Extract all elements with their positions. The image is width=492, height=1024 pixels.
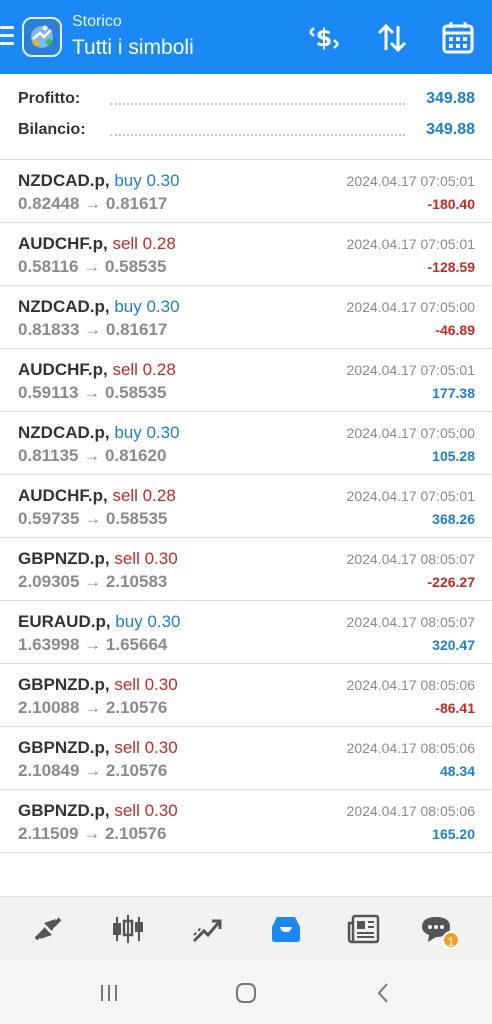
trade-time: 2024.04.17 08:05:07: [346, 551, 475, 567]
chat-badge: 1: [442, 931, 460, 949]
trade-side: sell 0.28: [112, 486, 176, 505]
trade-symbol: GBPNZD.p,: [18, 549, 110, 568]
trade-time: 2024.04.17 08:05:06: [346, 803, 475, 819]
deposit-dollar-icon[interactable]: $: [304, 18, 344, 58]
trade-row[interactable]: NZDCAD.p, buy 0.30 0.81135 → 0.81620 202…: [0, 412, 492, 475]
trade-row[interactable]: GBPNZD.p, sell 0.30 2.10088 → 2.10576 20…: [0, 664, 492, 727]
trade-time: 2024.04.17 08:05:06: [346, 740, 475, 756]
trade-prices: 1.63998 → 1.65664: [18, 635, 168, 654]
screen-subtitle: Storico: [72, 13, 122, 30]
trade-side: sell 0.30: [114, 738, 178, 757]
trade-side: sell 0.28: [112, 234, 176, 253]
balance-label: Bilancio:: [18, 121, 86, 138]
trade-profit: -226.27: [427, 574, 475, 590]
quotes-icon[interactable]: [30, 911, 66, 947]
trade-profit: 48.34: [439, 763, 475, 779]
trade-side: buy 0.30: [114, 297, 180, 316]
back-icon[interactable]: [368, 978, 398, 1008]
trade-row[interactable]: AUDCHF.p, sell 0.28 0.58116 → 0.58535 20…: [0, 223, 492, 286]
trade-side: sell 0.30: [114, 549, 178, 568]
svg-text:$: $: [316, 24, 333, 52]
trade-profit: -180.40: [427, 196, 475, 212]
profit-label: Profitto:: [18, 90, 81, 107]
trade-profit: -46.89: [435, 322, 475, 338]
trade-symbol: AUDCHF.p,: [18, 360, 108, 379]
trade-profit: 105.28: [432, 448, 475, 464]
trade-profit: 320.47: [432, 637, 475, 653]
profit-value: 349.88: [426, 90, 475, 107]
trade-row[interactable]: GBPNZD.p, sell 0.30 2.09305 → 2.10583 20…: [0, 538, 492, 601]
recent-apps-icon[interactable]: [94, 978, 124, 1008]
trade-time: 2024.04.17 08:05:07: [346, 614, 475, 630]
trade-profit: 165.20: [432, 826, 475, 842]
trade-icon[interactable]: [190, 911, 226, 947]
trade-symbol: GBPNZD.p,: [18, 675, 110, 694]
trade-prices: 2.09305 → 2.10583: [18, 572, 168, 591]
trade-row[interactable]: AUDCHF.p, sell 0.28 0.59735 → 0.58535 20…: [0, 475, 492, 538]
chart-candles-icon[interactable]: [110, 911, 146, 947]
app-logo: [22, 17, 62, 57]
trade-symbol: GBPNZD.p,: [18, 738, 110, 757]
trade-row[interactable]: NZDCAD.p, buy 0.30 0.82448 → 0.81617 202…: [0, 160, 492, 223]
menu-icon[interactable]: [0, 26, 14, 46]
trade-symbol: AUDCHF.p,: [18, 486, 108, 505]
system-navigation: [0, 960, 492, 1024]
trade-time: 2024.04.17 07:05:01: [346, 173, 475, 189]
chat-icon[interactable]: 1: [418, 911, 460, 949]
trade-time: 2024.04.17 07:05:00: [346, 425, 475, 441]
trade-side: buy 0.30: [114, 423, 180, 442]
trade-symbol: GBPNZD.p,: [18, 801, 110, 820]
profit-leader-dots: [110, 103, 405, 105]
trade-profit: -86.41: [435, 700, 475, 716]
trade-time: 2024.04.17 07:05:00: [346, 299, 475, 315]
bottom-navigation: 1: [0, 896, 492, 960]
screen-title[interactable]: Tutti i simboli: [72, 36, 194, 60]
trade-time: 2024.04.17 07:05:01: [346, 488, 475, 504]
trade-row[interactable]: NZDCAD.p, buy 0.30 0.81833 → 0.81617 202…: [0, 286, 492, 349]
trade-symbol: NZDCAD.p,: [18, 297, 110, 316]
trade-side: sell 0.30: [114, 801, 178, 820]
trade-time: 2024.04.17 08:05:06: [346, 677, 475, 693]
trade-symbol: AUDCHF.p,: [18, 234, 108, 253]
trade-profit: 177.38: [432, 385, 475, 401]
trade-prices: 0.82448 → 0.81617: [18, 194, 168, 213]
balance-value: 349.88: [426, 121, 475, 138]
trade-prices: 0.59735 → 0.58535: [18, 509, 168, 528]
trade-symbol: EURAUD.p,: [18, 612, 111, 631]
trade-time: 2024.04.17 07:05:01: [346, 236, 475, 252]
trade-history-list: NZDCAD.p, buy 0.30 0.82448 → 0.81617 202…: [0, 160, 492, 853]
sort-icon[interactable]: [372, 18, 412, 58]
trade-side: buy 0.30: [115, 612, 181, 631]
calendar-icon[interactable]: [438, 18, 478, 58]
trade-prices: 0.58116 → 0.58535: [18, 257, 167, 276]
trade-row[interactable]: GBPNZD.p, sell 0.30 2.11509 → 2.10576 20…: [0, 790, 492, 853]
trade-profit: 368.26: [432, 511, 475, 527]
trade-symbol: NZDCAD.p,: [18, 423, 110, 442]
trade-prices: 0.81833 → 0.81617: [18, 320, 168, 339]
trade-profit: -128.59: [427, 259, 475, 275]
trade-side: sell 0.28: [112, 360, 176, 379]
balance-row: Bilancio: 349.88: [18, 121, 475, 145]
trade-time: 2024.04.17 07:05:01: [346, 362, 475, 378]
trade-symbol: NZDCAD.p,: [18, 171, 110, 190]
trade-prices: 2.10849 → 2.10576: [18, 761, 168, 780]
trade-prices: 2.11509 → 2.10576: [18, 824, 167, 843]
trade-row[interactable]: AUDCHF.p, sell 0.28 0.59113 → 0.58535 20…: [0, 349, 492, 412]
trade-side: sell 0.30: [114, 675, 178, 694]
history-icon[interactable]: [268, 911, 304, 947]
news-icon[interactable]: [346, 911, 382, 947]
trade-prices: 0.81135 → 0.81620: [18, 446, 167, 465]
home-icon[interactable]: [231, 978, 261, 1008]
trade-row[interactable]: GBPNZD.p, sell 0.30 2.10849 → 2.10576 20…: [0, 727, 492, 790]
trade-row[interactable]: EURAUD.p, buy 0.30 1.63998 → 1.65664 202…: [0, 601, 492, 664]
app-bar: Storico Tutti i simboli $: [0, 0, 492, 74]
trade-prices: 0.59113 → 0.58535: [18, 383, 167, 402]
trade-prices: 2.10088 → 2.10576: [18, 698, 168, 717]
trade-side: buy 0.30: [114, 171, 180, 190]
profit-row: Profitto: 349.88: [18, 90, 475, 114]
account-summary: Profitto: 349.88 Bilancio: 349.88: [0, 74, 492, 160]
balance-leader-dots: [110, 134, 405, 136]
